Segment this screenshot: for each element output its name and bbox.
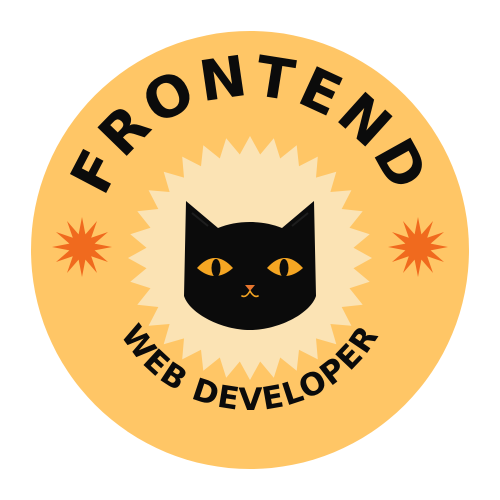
cat-right-pupil	[279, 259, 289, 277]
cat-left-pupil	[211, 259, 221, 277]
badge-graphic: FRONTEND WEB DEVELOPER	[31, 31, 469, 469]
frontend-badge: FRONTEND WEB DEVELOPER	[0, 0, 500, 500]
